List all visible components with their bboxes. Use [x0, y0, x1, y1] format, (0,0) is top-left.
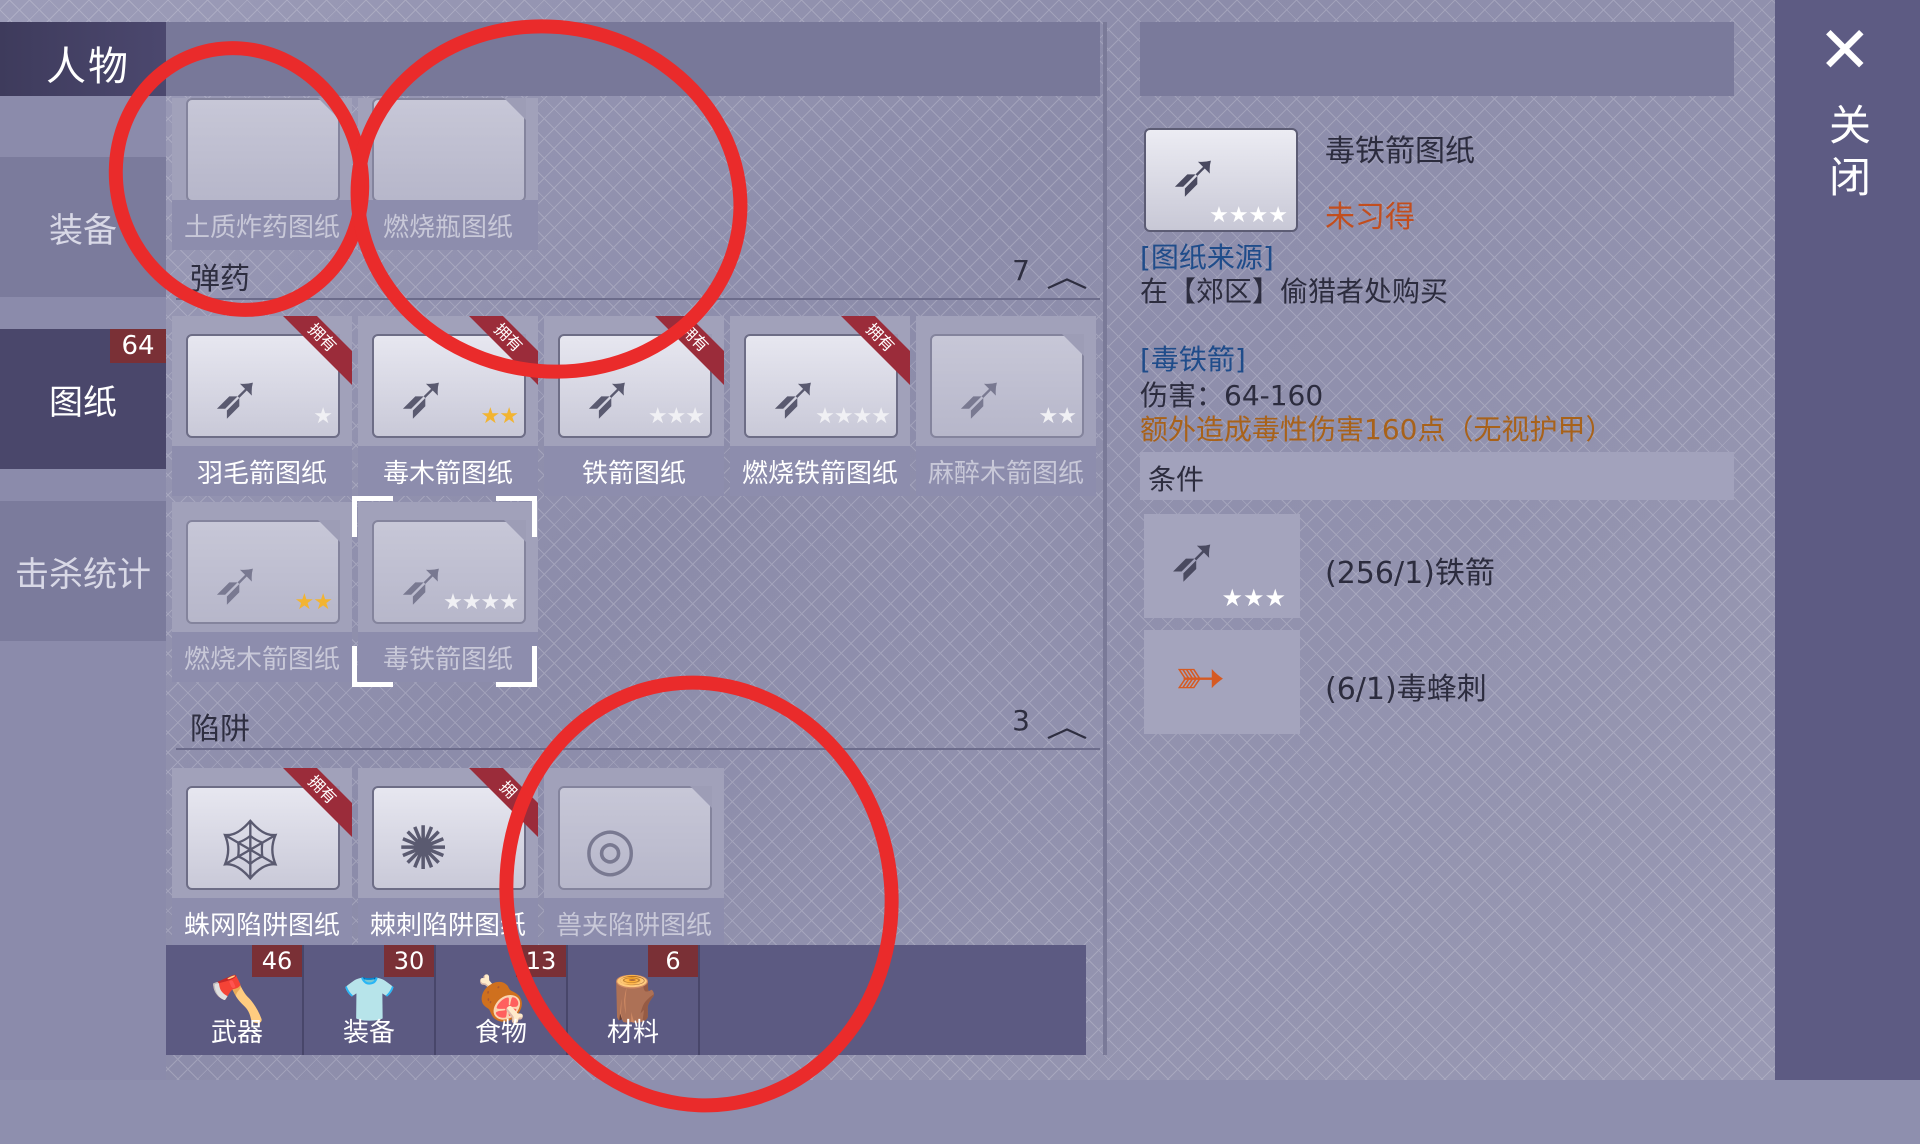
- conditions-title: 条件: [1148, 463, 1205, 496]
- blueprint-label: 麻醉木箭图纸: [916, 446, 1096, 496]
- stinger-icon: ➳: [1174, 640, 1226, 713]
- blueprint-card-web-trap[interactable]: 🕸 拥有 蛛网陷阱图纸: [172, 768, 352, 948]
- star-rating: ★: [313, 404, 333, 429]
- condition-text: (256/1)铁箭: [1325, 556, 1495, 591]
- star-rating: ★★★★: [815, 404, 891, 429]
- arrow-icon: ➶: [398, 362, 449, 432]
- condition-item-icon[interactable]: ➳: [1144, 630, 1300, 734]
- count-badge: 64: [110, 329, 166, 363]
- selection-corner: [352, 496, 393, 537]
- blueprint-label: 毒木箭图纸: [358, 446, 538, 496]
- star-rating: ★★: [294, 590, 333, 615]
- sidebar-item-blueprints[interactable]: 图纸 64: [0, 329, 166, 469]
- blueprint-label: 蛛网陷阱图纸: [172, 898, 352, 948]
- condition-text: (6/1)毒蜂刺: [1325, 672, 1487, 707]
- star-rating: ★★★★: [443, 590, 519, 615]
- tab-weapons[interactable]: 🪓 46 武器: [172, 945, 304, 1055]
- blueprint-detail-icon: ➶ ★★★★: [1144, 128, 1298, 232]
- sidebar-item-label: 图纸: [49, 382, 117, 423]
- star-rating: ★★: [1038, 404, 1077, 429]
- panel-divider: [1103, 22, 1107, 1055]
- item-title[interactable]: [毒铁箭]: [1140, 338, 1246, 378]
- blueprint-card-fire-wood-arrow[interactable]: ➶ ★★ 燃烧木箭图纸: [172, 502, 352, 682]
- conditions-header: 条件: [1140, 452, 1734, 500]
- section-title: 陷阱: [190, 712, 250, 747]
- close-label[interactable]: 关闭: [1820, 100, 1880, 204]
- star-rating: ★★: [480, 404, 519, 429]
- spikes-icon: ✺: [398, 814, 449, 884]
- blueprint-label: 燃烧铁箭图纸: [730, 446, 910, 496]
- blueprint-label: 燃烧木箭图纸: [172, 632, 352, 682]
- blueprint-card-feather-arrow[interactable]: ➶ ★ 拥有 羽毛箭图纸: [172, 316, 352, 496]
- star-rating: ★★★: [647, 404, 705, 429]
- chevron-up-icon[interactable]: ︿: [1046, 252, 1088, 296]
- arrow-icon: ➶: [770, 362, 821, 432]
- sidebar-item-label: 装备: [49, 210, 117, 251]
- tab-equipment[interactable]: 👕 30 装备: [304, 945, 436, 1055]
- source-text: 在【郊区】偷猎者处购买: [1140, 275, 1449, 308]
- count-badge: 46: [252, 945, 302, 977]
- spiderweb-icon: 🕸: [212, 815, 289, 885]
- detail-header: [1140, 22, 1734, 96]
- arrow-icon: ➶: [212, 362, 263, 432]
- arrow-icon: ➶: [956, 362, 1007, 432]
- condition-item-icon[interactable]: ➶ ★★★: [1144, 514, 1300, 618]
- tab-label: 武器: [210, 1018, 263, 1048]
- star-rating: ★★★: [1221, 584, 1286, 612]
- close-icon[interactable]: ✕: [1818, 14, 1872, 88]
- page-title: 人物: [46, 44, 130, 90]
- selection-corner: [496, 496, 537, 537]
- arrow-icon: ➶: [398, 548, 449, 618]
- arrow-icon: ➶: [212, 548, 263, 618]
- blueprint-card-sleep-wood-arrow[interactable]: ➶ ★★ 麻醉木箭图纸: [916, 316, 1096, 496]
- tab-label: 装备: [342, 1018, 395, 1048]
- arrow-icon: ➶: [1170, 140, 1221, 210]
- count-badge: 30: [384, 945, 434, 977]
- sidebar-item-kill-stats[interactable]: 击杀统计: [0, 501, 166, 641]
- star-rating: ★★★★: [1209, 203, 1288, 228]
- sidebar-item-label: 击杀统计: [15, 554, 151, 595]
- learn-status: 未习得: [1325, 200, 1415, 235]
- blueprint-label: 铁箭图纸: [544, 446, 724, 496]
- detail-title: 毒铁箭图纸: [1325, 134, 1475, 169]
- arrow-icon: ➶: [1168, 522, 1220, 595]
- selection-corner: [496, 646, 537, 687]
- section-count: 3: [1012, 704, 1030, 737]
- section-count: 7: [1012, 254, 1030, 287]
- chevron-up-icon[interactable]: ︿: [1046, 702, 1088, 746]
- blueprint-card-fire-iron-arrow[interactable]: ➶ ★★★★ 拥有 燃烧铁箭图纸: [730, 316, 910, 496]
- selection-corner: [352, 646, 393, 687]
- extra-effect-text: 额外造成毒性伤害160点（无视护甲）: [1140, 413, 1614, 446]
- blueprint-label: 羽毛箭图纸: [172, 446, 352, 496]
